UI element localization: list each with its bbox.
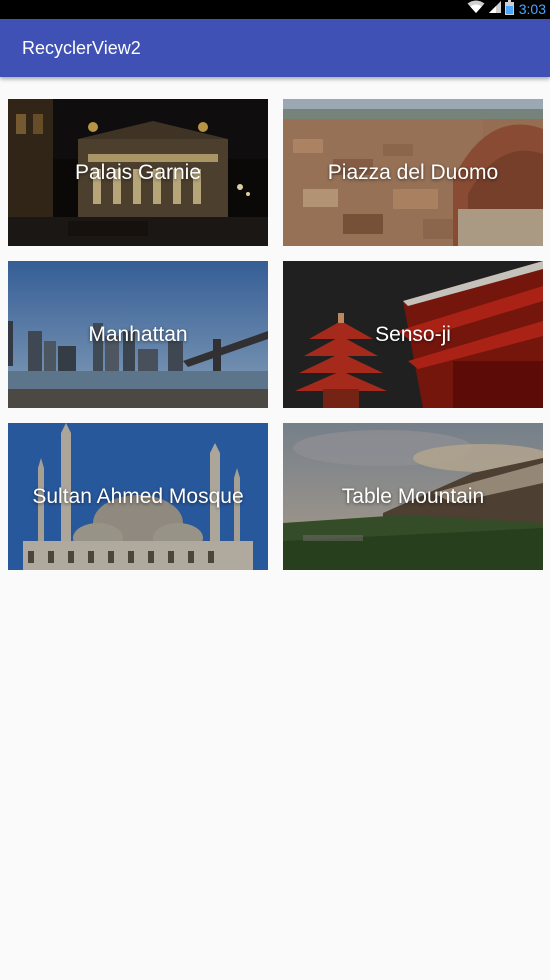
battery-icon [504,0,514,20]
card-label: Table Mountain [341,484,485,508]
app-bar: RecyclerView2 [0,19,550,77]
status-time: 3:03 [518,1,546,17]
status-bar: 3:03 [0,0,550,19]
grid-card-table-mountain[interactable]: Table Mountain [283,423,543,570]
grid-card-sultan-ahmed-mosque[interactable]: Sultan Ahmed Mosque [8,423,268,570]
card-label: Manhattan [88,322,188,346]
wifi-icon [467,0,485,19]
card-label: Sultan Ahmed Mosque [32,484,244,508]
card-label: Senso-ji [375,322,451,346]
grid-card-manhattan[interactable]: Manhattan [8,261,268,408]
status-icons: 3:03 [467,0,546,19]
grid-card-senso-ji[interactable]: Senso-ji [283,261,543,408]
card-label: Palais Garnie [74,160,202,184]
signal-icon [488,0,502,19]
grid-card-palais-garnie[interactable]: Palais Garnie [8,99,268,246]
card-label: Piazza del Duomo [327,160,499,184]
grid-card-piazza-del-duomo[interactable]: Piazza del Duomo [283,99,543,246]
app-title: RecyclerView2 [22,38,141,58]
